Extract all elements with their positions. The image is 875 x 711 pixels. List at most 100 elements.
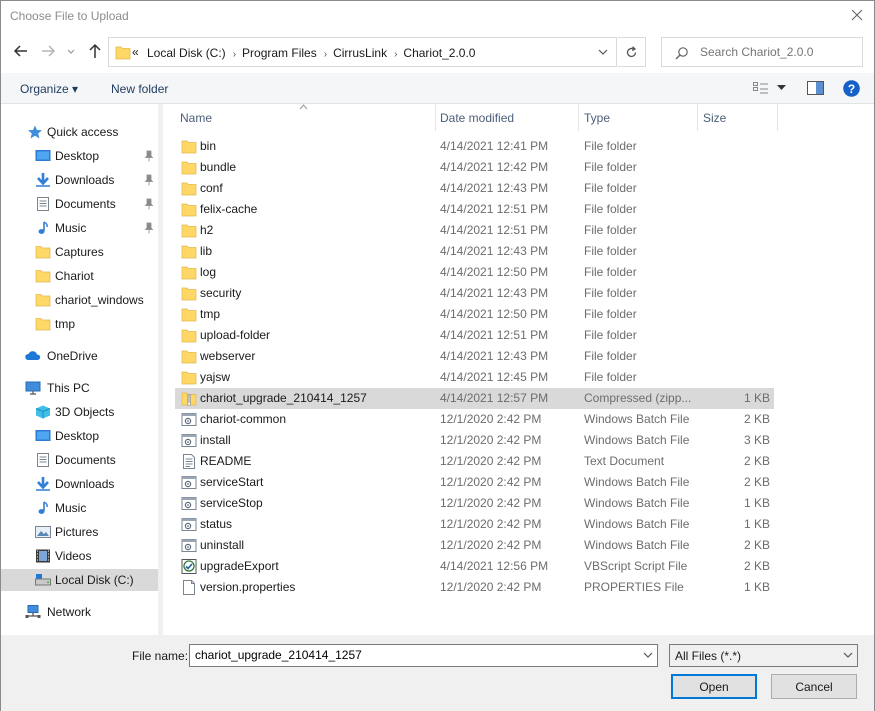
nav-item-pictures[interactable]: Pictures [1,521,158,543]
nav-network[interactable]: Network [1,601,158,623]
file-row[interactable]: uninstall 12/1/2020 2:42 PM Windows Batch … [175,535,774,556]
pin-icon[interactable] [144,198,154,210]
file-name: serviceStop [200,496,263,510]
file-date-modified: 12/1/2020 2:42 PM [440,475,542,489]
cancel-button[interactable]: Cancel [771,674,857,699]
file-size: 1 KB [743,517,770,531]
nav-item-chariot[interactable]: Chariot [1,265,158,287]
organize-button[interactable]: Organize ▾ [20,82,78,96]
batch-file-icon [181,413,197,426]
file-row[interactable]: webserver 4/14/2021 12:43 PM File folder [175,346,774,367]
file-row[interactable]: upload-folder 4/14/2021 12:51 PM File fold… [175,325,774,346]
search-input[interactable] [700,45,855,59]
file-name: bin [200,139,217,153]
file-row[interactable]: yajsw 4/14/2021 12:45 PM File folder [175,367,774,388]
file-row[interactable]: tmp 4/14/2021 12:50 PM File folder [175,304,774,325]
file-name-input[interactable] [195,648,635,662]
nav-item-documents-pc[interactable]: Documents [1,449,158,471]
nav-item-documents[interactable]: Documents [1,193,158,215]
file-row[interactable]: chariot-common 12/1/2020 2:42 PM Windows B… [175,409,774,430]
nav-item-desktop-pc[interactable]: Desktop [1,425,158,447]
nav-item-desktop[interactable]: Desktop [1,145,158,167]
file-row[interactable]: log 4/14/2021 12:50 PM File folder [175,262,774,283]
nav-quick-access[interactable]: Quick access [1,121,158,143]
file-row[interactable]: version.properties 12/1/2020 2:42 PM PROPE… [175,577,774,598]
file-type-select[interactable]: All Files (*.*) [669,644,858,667]
file-row[interactable]: conf 4/14/2021 12:43 PM File folder [175,178,774,199]
pin-icon[interactable] [144,174,154,186]
recent-locations-chevron-icon[interactable] [65,42,77,60]
column-header-name[interactable]: Name [175,104,436,131]
column-header-date[interactable]: Date modified [435,104,579,131]
sort-ascending-icon [299,104,308,110]
nav-item-music-pc[interactable]: Music [1,497,158,519]
folder-icon [181,140,197,154]
breadcrumb-item[interactable]: Program Files [242,46,317,60]
file-name: security [200,286,242,300]
nav-item-captures[interactable]: Captures [1,241,158,263]
file-row[interactable]: serviceStop 12/1/2020 2:42 PM Windows Batc… [175,493,774,514]
nav-item-music[interactable]: Music [1,217,158,239]
folder-icon [181,308,197,322]
nav-item-downloads[interactable]: Downloads [1,169,158,191]
new-folder-button[interactable]: New folder [111,82,168,96]
breadcrumb-overflow[interactable]: « [132,45,139,59]
file-size: 2 KB [743,412,770,426]
file-row[interactable]: felix-cache 4/14/2021 12:51 PM File folder [175,199,774,220]
breadcrumb-separator-icon[interactable]: › [324,49,327,60]
file-row[interactable]: h2 4/14/2021 12:51 PM File folder [175,220,774,241]
file-row[interactable]: README 12/1/2020 2:42 PM Text Document 2 KB [175,451,774,472]
file-row[interactable]: status 12/1/2020 2:42 PM Windows Batch Fil… [175,514,774,535]
refresh-button[interactable] [618,37,646,67]
music-icon [38,501,48,514]
file-row[interactable]: bundle 4/14/2021 12:42 PM File folder [175,157,774,178]
view-dropdown-chevron-icon[interactable] [777,85,786,91]
breadcrumb-item[interactable]: Chariot_2.0.0 [403,46,475,60]
pin-icon[interactable] [144,150,154,162]
file-row[interactable]: chariot_upgrade_210414_1257 4/14/2021 12:… [175,388,774,409]
chevron-down-icon[interactable] [639,645,657,666]
nav-this-pc[interactable]: This PC [1,377,158,399]
forward-arrow-icon[interactable] [39,42,57,60]
nav-item-3d-objects[interactable]: 3D Objects [1,401,158,423]
nav-item-downloads-pc[interactable]: Downloads [1,473,158,495]
chevron-down-icon[interactable] [839,645,857,666]
back-arrow-icon[interactable] [12,42,30,60]
nav-item-chariot-windows[interactable]: chariot_windows [1,289,158,311]
file-date-modified: 12/1/2020 2:42 PM [440,433,542,447]
nav-onedrive[interactable]: OneDrive [1,345,158,367]
refresh-icon [626,46,637,58]
file-row[interactable]: bin 4/14/2021 12:41 PM File folder [175,136,774,157]
help-icon[interactable]: ? [843,80,860,97]
search-box[interactable] [661,37,863,67]
view-options-icon[interactable] [753,82,769,94]
nav-item-local-disk[interactable]: Local Disk (C:) [1,569,158,591]
nav-item-tmp[interactable]: tmp [1,313,158,335]
file-row[interactable]: serviceStart 12/1/2020 2:42 PM Windows Bat… [175,472,774,493]
file-date-modified: 12/1/2020 2:42 PM [440,538,542,552]
file-name-combobox[interactable] [189,644,658,667]
breadcrumb-item[interactable]: CirrusLink [333,46,387,60]
music-icon [38,221,48,234]
pin-icon[interactable] [144,222,154,234]
file-row[interactable]: upgradeExport 4/14/2021 12:56 PM VBScript … [175,556,774,577]
file-row[interactable]: lib 4/14/2021 12:43 PM File folder [175,241,774,262]
breadcrumb-item[interactable]: Local Disk (C:) [147,46,226,60]
preview-pane-icon[interactable] [807,81,824,95]
file-date-modified: 12/1/2020 2:42 PM [440,496,542,510]
file-row[interactable]: install 12/1/2020 2:42 PM Windows Batch Fi… [175,430,774,451]
address-bar[interactable]: « Local Disk (C:) › Program Files › CirrusLi… [108,37,617,67]
breadcrumb-separator-icon[interactable]: › [233,49,236,60]
file-row[interactable]: security 4/14/2021 12:43 PM File folder [175,283,774,304]
file-type: File folder [584,286,637,300]
open-button[interactable]: Open [671,674,757,699]
chevron-down-icon[interactable] [598,48,608,56]
nav-label: OneDrive [47,349,98,363]
breadcrumb-separator-icon[interactable]: › [394,49,397,60]
up-arrow-icon[interactable] [86,42,104,60]
column-header-type[interactable]: Type [579,104,698,131]
nav-label: Desktop [55,149,100,163]
nav-item-videos[interactable]: Videos [1,545,158,567]
column-header-size[interactable]: Size [698,104,778,131]
close-icon[interactable] [849,7,865,23]
